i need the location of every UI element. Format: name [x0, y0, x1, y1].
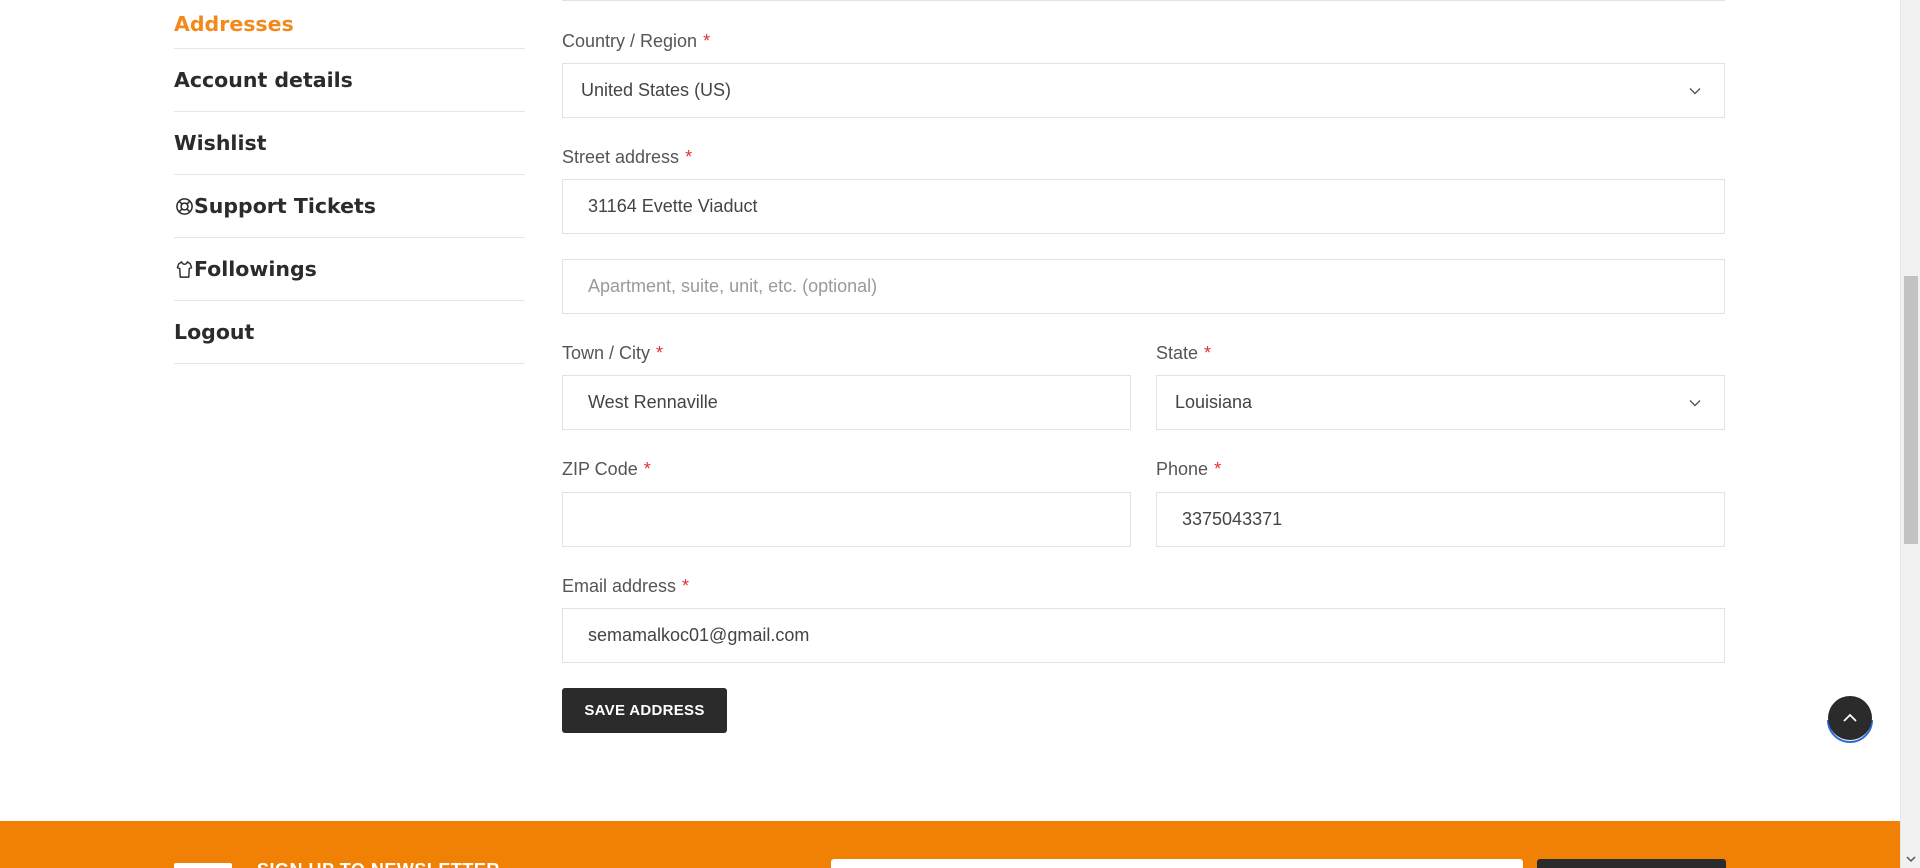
- sidebar-item-followings[interactable]: Followings: [174, 238, 525, 301]
- phone-input[interactable]: 3375043371: [1156, 492, 1725, 547]
- sidebar-item-label: Addresses: [174, 12, 294, 36]
- state-label: State *: [1156, 343, 1212, 363]
- country-label: Country / Region *: [562, 31, 711, 51]
- chevron-down-icon: [1689, 87, 1701, 94]
- sidebar-item-wishlist[interactable]: Wishlist: [174, 112, 525, 175]
- sidebar-item-label: Support Tickets: [194, 194, 376, 218]
- newsletter-icon: [174, 863, 232, 868]
- phone-label: Phone *: [1156, 459, 1222, 479]
- shirt-icon: [174, 259, 194, 279]
- scroll-down-arrow-icon[interactable]: [1905, 854, 1917, 864]
- chevron-down-icon: [1689, 399, 1701, 406]
- sidebar-item-label: Account details: [174, 68, 353, 92]
- page-scrollbar[interactable]: [1900, 0, 1920, 868]
- street-label: Street address *: [562, 147, 693, 167]
- country-value: United States (US): [581, 80, 732, 100]
- newsletter-email-input[interactable]: [831, 859, 1523, 868]
- city-input[interactable]: West Rennaville: [562, 375, 1131, 430]
- street-address-input[interactable]: 31164 Evette Viaduct: [562, 179, 1725, 234]
- newsletter-title: SIGN UP TO NEWSLETTER: [257, 860, 500, 868]
- zip-label: ZIP Code *: [562, 459, 651, 479]
- sidebar-item-label: Logout: [174, 320, 255, 344]
- country-select[interactable]: United States (US): [562, 63, 1725, 118]
- back-to-top-inner: [1828, 696, 1872, 740]
- lifebuoy-icon: [174, 196, 194, 216]
- email-input[interactable]: semamalkoc01@gmail.com: [562, 608, 1725, 663]
- form-top-divider: [562, 0, 1725, 1]
- back-to-top-button[interactable]: [1825, 694, 1875, 744]
- chevron-up-icon: [1843, 713, 1857, 722]
- newsletter-subscribe-button[interactable]: [1537, 859, 1726, 868]
- save-address-button[interactable]: SAVE ADDRESS: [562, 688, 727, 733]
- sidebar-item-account-details[interactable]: Account details: [174, 49, 525, 112]
- email-label: Email address *: [562, 576, 690, 596]
- state-select[interactable]: Louisiana: [1156, 375, 1725, 430]
- newsletter-footer: SIGN UP TO NEWSLETTER: [0, 821, 1900, 868]
- sidebar-item-label: Wishlist: [174, 131, 267, 155]
- sidebar-item-logout[interactable]: Logout: [174, 301, 525, 364]
- account-sidebar-nav: Addresses Account details Wishlist Suppo…: [174, 0, 525, 364]
- scrollbar-thumb[interactable]: [1904, 276, 1918, 544]
- sidebar-item-addresses[interactable]: Addresses: [174, 0, 525, 49]
- sidebar-item-support-tickets[interactable]: Support Tickets: [174, 175, 525, 238]
- sidebar-item-label: Followings: [194, 257, 317, 281]
- street-address-2-input[interactable]: Apartment, suite, unit, etc. (optional): [562, 259, 1725, 314]
- city-label: Town / City *: [562, 343, 664, 363]
- zip-input[interactable]: [562, 492, 1131, 547]
